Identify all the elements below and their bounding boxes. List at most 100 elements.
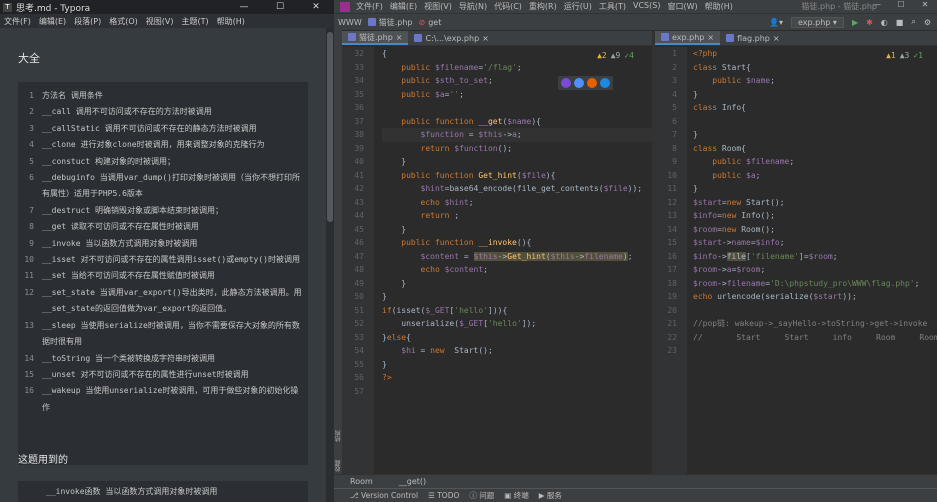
menu-theme[interactable]: 主题(T) [181, 16, 208, 27]
line-number: 32 [354, 49, 364, 58]
left-editor[interactable]: 32 33 34 35 36 37 38 39 40 41 42 43 44 45 46 47 48 49 50 51… [342, 47, 652, 474]
line-gutter[interactable]: 32 33 34 35 36 37 38 39 40 41 42 43 44 45 46 47 48 49 50 51… [342, 47, 374, 474]
menu-edit[interactable]: 编辑(E) [39, 16, 66, 27]
ide-menu-run[interactable]: 运行(U) [564, 1, 592, 12]
line-number: 21 [667, 319, 677, 328]
tab-label: exp.php [672, 32, 705, 42]
line-number: 5 [672, 103, 677, 112]
code-block[interactable]: 1 方法名 调用条件 2 __call 调用不可访问或不存在的方法时被调用 3 __cal… [18, 82, 308, 465]
problems-tool[interactable]: ⓘ 问题 [469, 490, 494, 501]
menu-file[interactable]: 文件(F) [4, 16, 31, 27]
phpstorm-logo-icon [340, 1, 350, 12]
ide-menu-refactor[interactable]: 重构(R) [529, 1, 557, 12]
line-text: __debuginfo 当调用var_dump()打印对象时被调用（当你不想打印… [42, 173, 300, 199]
typora-document[interactable]: 大全 1 方法名 调用条件 2 __call 调用不可访问或不存在的方法时被调用 3 __… [0, 28, 326, 502]
edge-icon[interactable] [600, 78, 610, 88]
breadcrumb-get[interactable]: ⊘ get [419, 18, 442, 27]
left-inspection-widget[interactable]: ▲2 ▲9 ✓4 [597, 51, 634, 60]
settings-icon[interactable]: ⚙ [924, 18, 931, 27]
close-icon[interactable]: × [773, 34, 780, 43]
phpstorm-browser-icon[interactable] [561, 78, 571, 88]
line-number: 54 [354, 346, 364, 355]
line-number: 9 [29, 238, 34, 248]
breadcrumb-file[interactable]: 猫徒.php [367, 17, 413, 28]
line-text: __clone 进行对象clone时被调用，用来调整对象的克隆行为 [42, 140, 265, 150]
close-icon[interactable]: × [482, 34, 489, 43]
ide-maximize-button[interactable]: ☐ [889, 0, 913, 9]
menu-view[interactable]: 视图(V) [146, 16, 174, 27]
services-tool[interactable]: ▶ 服务 [539, 490, 562, 501]
ide-menu-window[interactable]: 窗口(W) [667, 1, 697, 12]
search-icon[interactable]: ⌕ [911, 17, 915, 27]
maximize-button[interactable]: ☐ [262, 2, 298, 12]
coverage-icon[interactable]: ◐ [881, 18, 888, 27]
ide-menu-tools[interactable]: 工具(T) [599, 1, 626, 12]
chrome-icon[interactable] [574, 78, 584, 88]
tab-exp-path[interactable]: C:\...\exp.php × [408, 31, 494, 45]
line-text: __toString 当一个类被转换成字符串时被调用 [42, 353, 215, 363]
debug-icon[interactable]: ✱ [866, 18, 873, 27]
right-inspection-widget[interactable]: ▲1 ▲3 ✓1 [886, 51, 923, 60]
user-icon[interactable]: 👤▾ [769, 18, 783, 27]
todo-tool[interactable]: ☰ TODO [428, 491, 459, 500]
weak-warning-count: ▲9 [610, 51, 621, 60]
run-icon[interactable]: ▶ [852, 18, 858, 27]
line-number: 1 [29, 91, 34, 100]
menu-paragraph[interactable]: 段落(P) [74, 16, 101, 27]
line-number: 51 [354, 305, 364, 315]
close-icon[interactable]: × [396, 33, 403, 42]
ide-close-button[interactable]: ✕ [913, 0, 937, 9]
line-number: 43 [354, 197, 364, 207]
structure-tool-label[interactable]: 结构 [334, 430, 342, 442]
tool-label: TODO [437, 491, 460, 500]
ide-menu-edit[interactable]: 编辑(E) [390, 1, 417, 12]
status-crumb-class[interactable]: Room [350, 477, 373, 486]
breadcrumb-www[interactable]: WWW [338, 18, 362, 27]
tab-exp-php[interactable]: exp.php × [655, 31, 721, 45]
line-number: 14 [24, 353, 34, 363]
tab-flag-php[interactable]: flag.php × [720, 31, 786, 45]
line-number: 15 [24, 369, 34, 379]
firefox-icon[interactable] [587, 78, 597, 88]
line-number: 7 [672, 130, 677, 139]
minimize-button[interactable]: — [226, 2, 262, 12]
line-number: 22 [667, 332, 677, 342]
scrollbar[interactable] [326, 28, 334, 502]
code-block-2[interactable]: __invoke函数 当以函数方式调用对象时被调用 [18, 481, 308, 502]
version-control-tool[interactable]: ⎇ Version Control [350, 491, 418, 500]
line-gutter[interactable]: 1 2 3 4 5 6 7 8 9 10 11 12 13 14 15 16 17 18 19 20 21 22 23 [655, 47, 687, 474]
right-editor[interactable]: 1 2 3 4 5 6 7 8 9 10 11 12 13 14 15 16 17 18 19 20 21 22 23 <?… [655, 47, 937, 474]
favorites-tool-label[interactable]: 收藏 [334, 460, 342, 472]
ide-menu-navigate[interactable]: 导航(N) [459, 1, 487, 12]
close-button[interactable]: ✕ [298, 2, 334, 12]
line-number: 23 [667, 346, 677, 355]
ide-menu-file[interactable]: 文件(F) [356, 1, 383, 12]
menu-format[interactable]: 格式(O) [109, 16, 138, 27]
stop-icon[interactable]: ■ [896, 18, 904, 27]
line-number: 41 [354, 170, 364, 180]
line-number: 34 [354, 76, 364, 85]
run-config-select[interactable]: exp.php ▾ [791, 16, 844, 28]
ide-minimize-button[interactable]: — [865, 0, 889, 9]
line-number: 50 [354, 292, 364, 301]
scrollbar-thumb[interactable] [327, 32, 333, 222]
code-line: 15 __unset 对不可访问或不存在的属性进行unset时被调用 [24, 367, 302, 383]
status-crumb-method[interactable]: __get() [399, 477, 426, 486]
tab-main-php[interactable]: 猫徒.php × [342, 31, 409, 45]
code-line: 9 __invoke 当以函数方式调用对象时被调用 [24, 236, 302, 252]
code-area[interactable]: <?php class Start{ public $name; } class… [693, 47, 937, 358]
ide-menu-view[interactable]: 视图(V) [424, 1, 452, 12]
ide-menu-vcs[interactable]: VCS(S) [633, 1, 660, 12]
tool-label: Version Control [361, 491, 419, 500]
menu-help[interactable]: 帮助(H) [217, 16, 245, 27]
left-editor-tabs: 猫徒.php × C:\...\exp.php × [342, 31, 652, 46]
code-area[interactable]: { public $filename='/flag'; public $sth_… [382, 47, 652, 398]
warning-count: ▲1 [886, 51, 896, 60]
code-line: 5 __constuct 构建对象的时被调用； [24, 154, 302, 170]
terminal-tool[interactable]: ▣ 终端 [504, 490, 528, 501]
navigation-bar: WWW 猫徒.php ⊘ get 👤▾ exp.php ▾ ▶ ✱ ◐ ■ ⌕ ⚙ [334, 13, 937, 30]
ide-menu-help[interactable]: 帮助(H) [705, 1, 733, 12]
close-icon[interactable]: × [707, 33, 714, 42]
ide-menu-code[interactable]: 代码(C) [494, 1, 522, 12]
php-file-icon [414, 34, 423, 42]
